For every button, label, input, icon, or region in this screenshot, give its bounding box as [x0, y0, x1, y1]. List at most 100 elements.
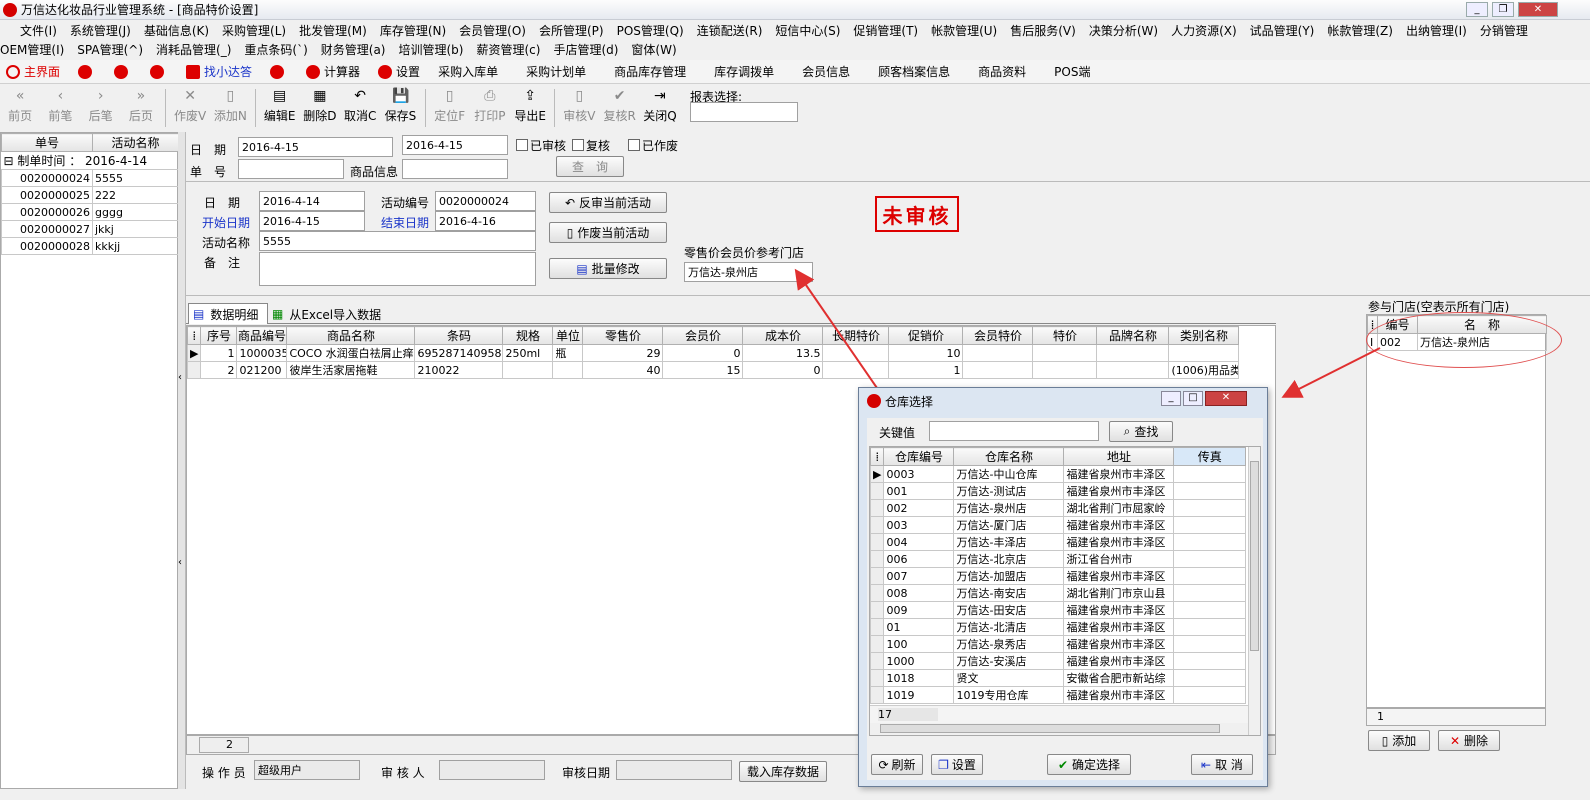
refresh-icon: ⟳ — [878, 757, 889, 772]
col-header[interactable]: 仓库编号 — [883, 447, 955, 466]
dialog-titlebar: 仓库选择 _ □ ✕ — [859, 388, 1267, 414]
cancel-button[interactable]: ⇤ 取 消 — [1191, 754, 1253, 775]
cell: 万信达-北京店 — [953, 550, 1065, 568]
scroll-thumb[interactable] — [1250, 461, 1259, 651]
table-row[interactable]: 006 万信达-北京店 浙江省台州市 — [870, 550, 1246, 568]
warehouse-table: ⁞ 仓库编号 仓库名称 地址 传真 ▶ 0003 万信达-中山仓库 福建省泉州市丰泽区 001 万… — [870, 447, 1246, 704]
warehouse-grid: ⁞ 仓库编号 仓库名称 地址 传真 ▶ 0003 万信达-中山仓库 福建省泉州市丰泽区 001 万… — [869, 446, 1261, 736]
cell — [1173, 465, 1246, 483]
arrow-to-dialog — [1281, 347, 1381, 398]
cell: 009 — [883, 601, 955, 619]
row-indicator — [870, 550, 885, 568]
keyword-input[interactable] — [929, 421, 1099, 441]
cell: 1000 — [883, 652, 955, 670]
annotation-arrows — [794, 268, 1381, 398]
table-row[interactable]: 100 万信达-泉秀店 福建省泉州市丰泽区 — [870, 635, 1246, 653]
table-row[interactable]: 1018 贤文 安徽省合肥市新站综 — [870, 669, 1246, 687]
arrow-to-ref-store — [794, 268, 878, 389]
row-indicator — [870, 516, 885, 534]
row-indicator — [870, 567, 885, 585]
vertical-scrollbar[interactable] — [1248, 447, 1260, 735]
dialog-minimize-button[interactable]: _ — [1161, 391, 1181, 406]
cell: 贤文 — [953, 669, 1065, 687]
cell: 01 — [883, 618, 955, 636]
confirm-button[interactable]: ✔ 确定选择 — [1047, 754, 1131, 775]
cell: 福建省泉州市丰泽区 — [1063, 652, 1175, 670]
cancel-icon: ⇤ — [1201, 757, 1212, 772]
cell — [1173, 516, 1246, 534]
table-row[interactable]: 002 万信达-泉州店 湖北省荆门市屈家岭 — [870, 499, 1246, 517]
cell: 1019专用仓库 — [953, 686, 1065, 704]
cell: 湖北省荆门市京山县 — [1063, 584, 1175, 602]
table-row[interactable]: 009 万信达-田安店 福建省泉州市丰泽区 — [870, 601, 1246, 619]
row-indicator-header: ⁞ — [870, 447, 885, 466]
cell: 万信达-泉秀店 — [953, 635, 1065, 653]
row-indicator — [870, 482, 885, 500]
table-row[interactable]: 1000 万信达-安溪店 福建省泉州市丰泽区 — [870, 652, 1246, 670]
cell: 福建省泉州市丰泽区 — [1063, 601, 1175, 619]
table-row[interactable]: 003 万信达-厦门店 福建省泉州市丰泽区 — [870, 516, 1246, 534]
settings-icon: ❐ — [938, 757, 949, 772]
search-button[interactable]: ⌕ 查找 — [1109, 421, 1173, 442]
cell: 福建省泉州市丰泽区 — [1063, 635, 1175, 653]
cell: 福建省泉州市丰泽区 — [1063, 686, 1175, 704]
table-row[interactable]: 008 万信达-南安店 湖北省荆门市京山县 — [870, 584, 1246, 602]
cell — [1173, 635, 1246, 653]
table-row[interactable]: 004 万信达-丰泽店 福建省泉州市丰泽区 — [870, 533, 1246, 551]
cell: 万信达-测试店 — [953, 482, 1065, 500]
cell — [1173, 533, 1246, 551]
dialog-maximize-button[interactable]: □ — [1183, 391, 1203, 406]
hscroll-thumb[interactable] — [880, 724, 1220, 733]
dialog-settings-button[interactable]: ❐ 设置 — [931, 754, 983, 775]
cell: 浙江省台州市 — [1063, 550, 1175, 568]
row-indicator — [870, 635, 885, 653]
cell: 1018 — [883, 669, 955, 687]
cell: 万信达-中山仓库 — [953, 465, 1065, 483]
row-indicator — [870, 584, 885, 602]
search-icon: ⌕ — [1123, 424, 1131, 438]
cell: 福建省泉州市丰泽区 — [1063, 567, 1175, 585]
table-row[interactable]: ▶ 0003 万信达-中山仓库 福建省泉州市丰泽区 — [870, 465, 1246, 483]
cell: 100 — [883, 635, 955, 653]
table-row[interactable]: 01 万信达-北清店 福建省泉州市丰泽区 — [870, 618, 1246, 636]
check-icon: ✔ — [1057, 757, 1069, 772]
cell: 万信达-加盟店 — [953, 567, 1065, 585]
row-indicator — [870, 618, 885, 636]
cell: 002 — [883, 499, 955, 517]
col-header[interactable]: 地址 — [1063, 447, 1175, 466]
cell: 1019 — [883, 686, 955, 704]
cell — [1173, 550, 1246, 568]
refresh-button[interactable]: ⟳ 刷新 — [871, 754, 923, 775]
cell: 003 — [883, 516, 955, 534]
cell: 安徽省合肥市新站综 — [1063, 669, 1175, 687]
cell — [1173, 652, 1246, 670]
col-header[interactable]: 传真 — [1173, 447, 1246, 466]
cell — [1173, 499, 1246, 517]
row-indicator — [870, 686, 885, 704]
table-row[interactable]: 001 万信达-测试店 福建省泉州市丰泽区 — [870, 482, 1246, 500]
table-row[interactable]: 1019 1019专用仓库 福建省泉州市丰泽区 — [870, 686, 1246, 704]
col-header[interactable]: 仓库名称 — [953, 447, 1065, 466]
cell — [1173, 618, 1246, 636]
table-row[interactable]: 007 万信达-加盟店 福建省泉州市丰泽区 — [870, 567, 1246, 585]
cell — [1173, 601, 1246, 619]
dialog-close-button[interactable]: ✕ — [1205, 391, 1247, 406]
cell: 万信达-厦门店 — [953, 516, 1065, 534]
cell: 001 — [883, 482, 955, 500]
cell — [1173, 686, 1246, 704]
horizontal-scrollbar[interactable] — [870, 723, 1248, 735]
app-logo-icon — [867, 394, 881, 408]
cell: 万信达-南安店 — [953, 584, 1065, 602]
cell: 0003 — [883, 465, 955, 483]
cell: 万信达-田安店 — [953, 601, 1065, 619]
row-indicator — [870, 533, 885, 551]
cell: 福建省泉州市丰泽区 — [1063, 516, 1175, 534]
cell: 006 — [883, 550, 955, 568]
dialog-body: 关键值 ⌕ 查找 ⁞ 仓库编号 仓库名称 地址 传真 ▶ 0003 万信达-中山仓库 福建省泉州… — [867, 418, 1263, 780]
row-indicator — [870, 652, 885, 670]
cell: 万信达-安溪店 — [953, 652, 1065, 670]
row-indicator — [870, 601, 885, 619]
warehouse-dialog: 仓库选择 _ □ ✕ 关键值 ⌕ 查找 ⁞ 仓库编号 仓库名称 地址 传真 ▶ 0003 万信… — [858, 387, 1268, 787]
cell — [1173, 567, 1246, 585]
cell: 008 — [883, 584, 955, 602]
